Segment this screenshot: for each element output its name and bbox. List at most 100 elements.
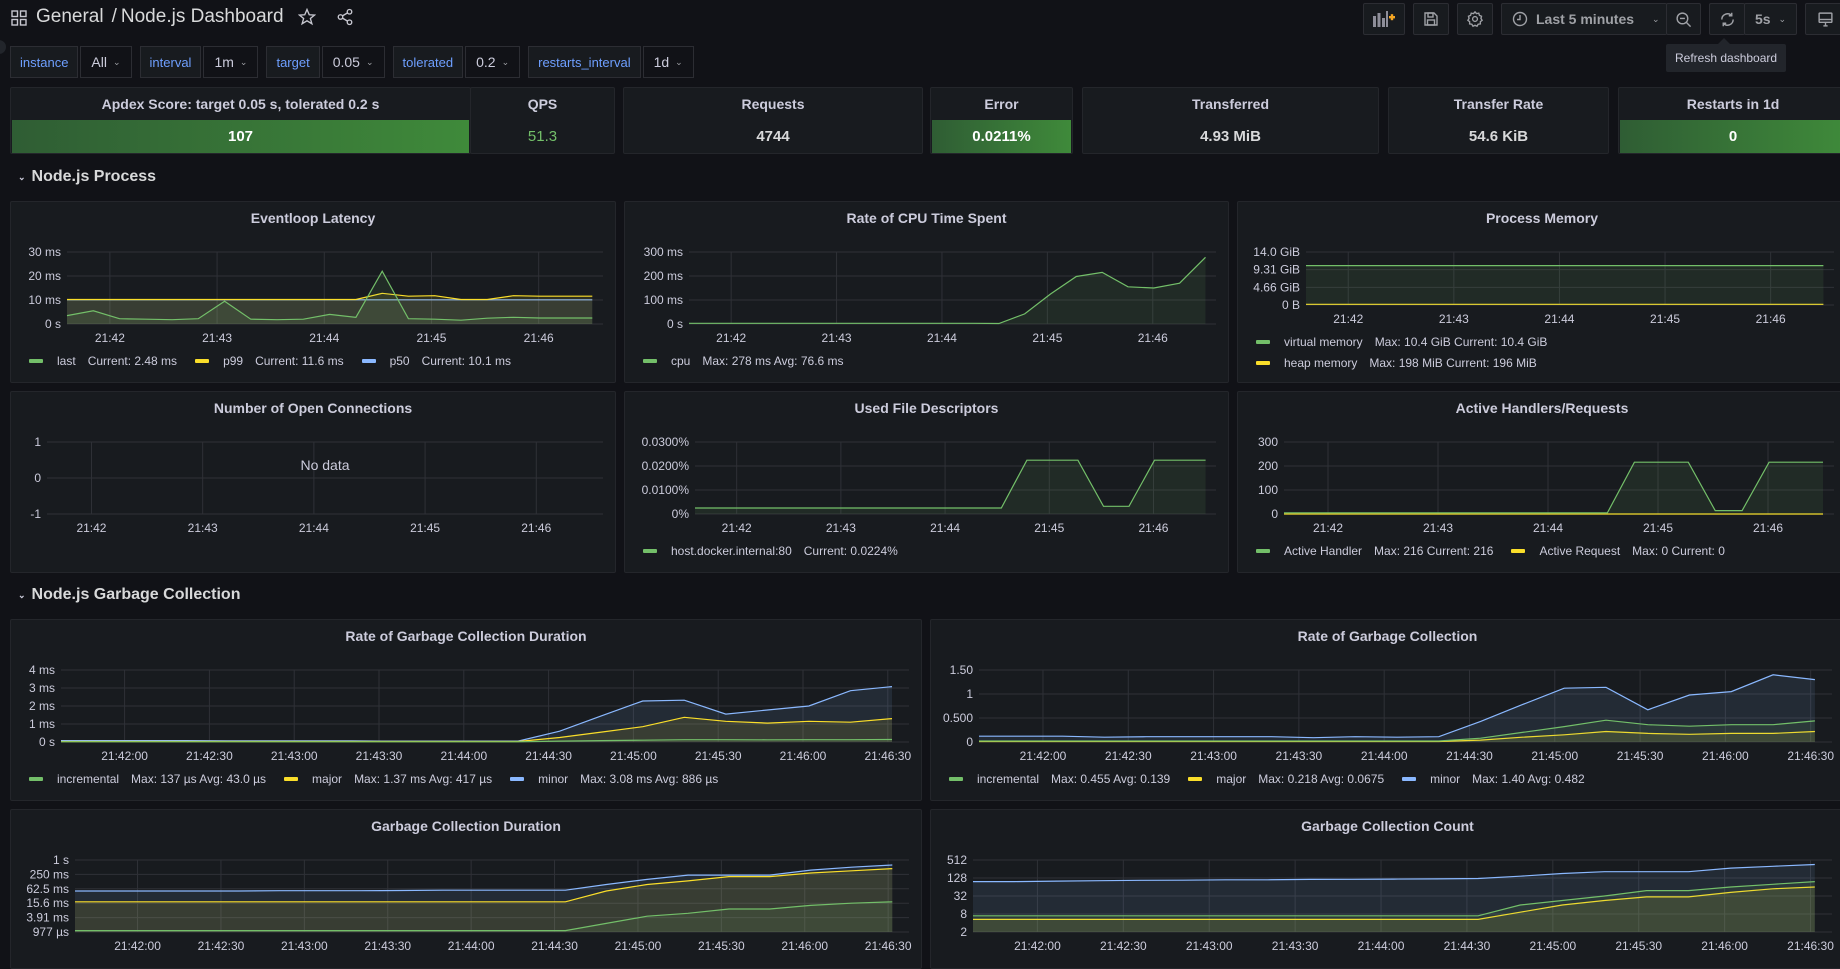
x-tick-label: 21:42 xyxy=(95,331,125,345)
refresh-interval-picker[interactable]: 5s ⌄ xyxy=(1744,3,1797,35)
graph-panel-gc-rate-duration[interactable]: Rate of Garbage Collection Duration 4 ms 3… xyxy=(10,619,922,801)
legend-item[interactable]: host.docker.internal:80 Current: 0.0224% xyxy=(643,544,906,558)
x-tick-label: 21:44:00 xyxy=(440,749,487,763)
graph-panel-cpu[interactable]: Rate of CPU Time Spent 300 ms 200 ms 100 ms… xyxy=(624,201,1229,383)
x-tick-label: 21:46 xyxy=(521,521,551,535)
breadcrumb-section[interactable]: General xyxy=(36,6,104,28)
x-tick-label: 21:43 xyxy=(822,331,852,345)
stat-panel[interactable]: Transferred 4.93 MiB xyxy=(1082,87,1379,154)
stat-panel[interactable]: Restarts in 1d 0 xyxy=(1618,87,1840,154)
zoom-out-button[interactable] xyxy=(1666,3,1701,35)
stat-title: Apdex Score: target 0.05 s, tolerated 0.… xyxy=(101,96,380,112)
graph-panel-fds[interactable]: Used File Descriptors 0.0300% 0.0200% 0.010… xyxy=(624,391,1229,573)
legend-item[interactable]: heap memory Max: 198 MiB Current: 196 MiB xyxy=(1256,356,1545,370)
chevron-down-icon: ⌄ xyxy=(675,56,683,67)
x-tick-label: 21:45:00 xyxy=(1531,749,1578,763)
series-line-active-handler[interactable] xyxy=(1284,461,1823,514)
x-tick-label: 21:43 xyxy=(188,521,218,535)
legend-item[interactable]: Active Handler Max: 216 Current: 216 xyxy=(1256,544,1501,558)
x-tick-label: 21:45:00 xyxy=(610,749,657,763)
legend-swatch xyxy=(643,549,657,553)
stat-panel[interactable]: Apdex Score: target 0.05 s, tolerated 0.… xyxy=(10,87,471,154)
legend-stats: Current: 10.1 ms xyxy=(421,354,511,368)
variable-select[interactable]: 0.2 ⌄ xyxy=(465,46,521,78)
graph-panel-eventloop[interactable]: Eventloop Latency 30 ms 20 ms 10 ms 0 s 21:42… xyxy=(10,201,616,383)
variable-target: target 0.05 ⌄ xyxy=(266,46,385,78)
legend-swatch xyxy=(29,777,43,781)
series-area-virtual-memory xyxy=(1306,265,1824,305)
legend-stats: Max: 137 µs Avg: 43.0 µs xyxy=(131,772,267,786)
row-title: Node.js Garbage Collection xyxy=(31,586,241,603)
legend: incremental Max: 137 µs Avg: 43.0 µs major… xyxy=(29,772,736,786)
legend: cpu Max: 278 ms Avg: 76.6 ms xyxy=(643,354,862,368)
graph-panel-memory[interactable]: Process Memory 14.0 GiB 9.31 GiB 4.66 GiB 0 … xyxy=(1237,201,1840,383)
legend-item[interactable]: Active Request Max: 0 Current: 0 xyxy=(1511,544,1732,558)
breadcrumb: General / Node.js Dashboard xyxy=(11,6,354,28)
tv-mode-button[interactable] xyxy=(1805,3,1840,35)
legend-item[interactable]: minor Max: 3.08 ms Avg: 886 µs xyxy=(510,772,726,786)
share-icon[interactable] xyxy=(336,8,354,26)
legend-item[interactable]: cpu Max: 278 ms Avg: 76.6 ms xyxy=(643,354,852,368)
y-tick-label: 2 xyxy=(960,925,967,939)
variable-select[interactable]: All ⌄ xyxy=(80,46,132,78)
legend-item[interactable]: virtual memory Max: 10.4 GiB Current: 10.… xyxy=(1256,335,1555,349)
legend-label: heap memory xyxy=(1284,356,1358,370)
x-tick-label: 21:43 xyxy=(826,521,856,535)
legend-stats: Max: 198 MiB Current: 196 MiB xyxy=(1369,356,1537,370)
legend-stats: Max: 1.37 ms Avg: 417 µs xyxy=(354,772,493,786)
graph-panel-gc-rate[interactable]: Rate of Garbage Collection 1.50 1 0.500 0 21:… xyxy=(930,619,1840,801)
graph-panel-gc-duration[interactable]: Garbage Collection Duration 1 s 250 ms 62.5… xyxy=(10,809,922,969)
stat-panel[interactable]: Error 0.0211% xyxy=(930,87,1073,154)
stat-panel[interactable]: Requests 4744 xyxy=(623,87,923,154)
refresh-button[interactable] xyxy=(1709,3,1745,35)
x-tick-label: 21:46:30 xyxy=(1787,939,1834,953)
y-tick-label: 3 ms xyxy=(29,681,55,695)
stat-value: 4744 xyxy=(756,128,790,145)
x-tick-label: 21:42 xyxy=(1313,521,1343,535)
legend-item[interactable]: last Current: 2.48 ms xyxy=(29,354,185,368)
stat-value: 0 xyxy=(1620,120,1840,153)
row-node-process[interactable]: ⌄ Node.js Process xyxy=(18,168,156,186)
time-range-label: Last 5 minutes xyxy=(1536,11,1635,27)
legend-item[interactable]: incremental Max: 137 µs Avg: 43.0 µs xyxy=(29,772,274,786)
time-range-picker[interactable]: Last 5 minutes ⌄ xyxy=(1501,3,1667,35)
apps-icon[interactable] xyxy=(11,10,27,26)
clock-icon xyxy=(1512,11,1528,27)
stat-panel[interactable]: Transfer Rate 54.6 KiB xyxy=(1388,87,1609,154)
sidebar-toggle[interactable] xyxy=(0,40,6,54)
variable-select[interactable]: 1d ⌄ xyxy=(642,46,694,78)
variable-select[interactable]: 0.05 ⌄ xyxy=(321,46,385,78)
add-panel-button[interactable] xyxy=(1363,3,1405,35)
chevron-down-icon: ⌄ xyxy=(112,56,121,67)
graph-panel-handlers[interactable]: Active Handlers/Requests 300 200 100 0 21:42 2… xyxy=(1237,391,1840,573)
series-line-host.docker.internal:80[interactable] xyxy=(695,459,1206,509)
x-tick-label: 21:42:30 xyxy=(186,749,233,763)
legend-item[interactable]: major Max: 0.218 Avg: 0.0675 xyxy=(1188,772,1392,786)
stat-value: 0.0211% xyxy=(932,120,1071,153)
legend-stats: Max: 278 ms Avg: 76.6 ms xyxy=(702,354,844,368)
star-icon[interactable] xyxy=(297,8,316,26)
save-dashboard-button[interactable] xyxy=(1413,3,1449,35)
graph-panel-connections[interactable]: Number of Open Connections 1 0 -1 21:42 21:43… xyxy=(10,391,616,573)
legend: last Current: 2.48 ms p99 Current: 11.6 ms p… xyxy=(29,354,529,368)
row-garbage-collection[interactable]: ⌄ Node.js Garbage Collection xyxy=(18,586,240,604)
stat-title: QPS xyxy=(527,96,558,112)
variable-select[interactable]: 1m ⌄ xyxy=(203,46,259,78)
legend-item[interactable]: p50 Current: 10.1 ms xyxy=(361,354,519,368)
legend-item[interactable]: p99 Current: 11.6 ms xyxy=(195,354,352,368)
legend-item[interactable]: major Max: 1.37 ms Avg: 417 µs xyxy=(284,772,500,786)
x-tick-label: 21:43 xyxy=(1439,312,1469,326)
chevron-down-icon: ⌄ xyxy=(18,589,26,600)
x-tick-label: 21:43:30 xyxy=(1276,749,1323,763)
legend-swatch xyxy=(1256,549,1270,553)
legend-item[interactable]: minor Max: 1.40 Avg: 0.482 xyxy=(1402,772,1593,786)
x-tick-label: 21:44:30 xyxy=(1444,939,1491,953)
page-title[interactable]: Node.js Dashboard xyxy=(121,6,284,28)
stat-panel[interactable]: QPS 51.3 xyxy=(470,87,615,154)
dashboard-settings-button[interactable] xyxy=(1457,3,1493,35)
legend-item[interactable]: incremental Max: 0.455 Avg: 0.139 xyxy=(949,772,1178,786)
graph-panel-gc-count[interactable]: Garbage Collection Count 512 128 32 8 2 21:42:… xyxy=(930,809,1840,969)
legend-label: minor xyxy=(538,772,569,786)
y-tick-label: 0.0100% xyxy=(642,483,690,497)
y-tick-label: 30 ms xyxy=(28,245,61,259)
